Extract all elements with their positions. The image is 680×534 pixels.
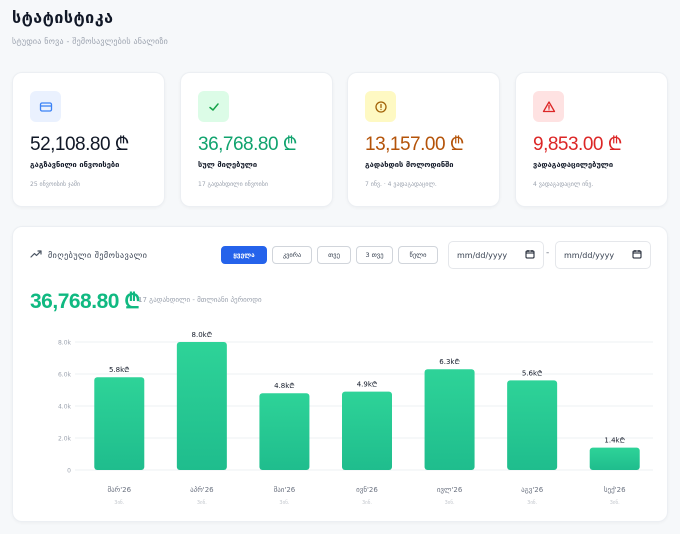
x-tick-label: აგვ'26 bbox=[521, 486, 544, 494]
card-label: გადახდის მოლოდინში bbox=[365, 160, 454, 169]
bar bbox=[259, 393, 310, 470]
check-icon bbox=[198, 91, 229, 122]
card-total-received: 36,768.80 ₾ სულ მიღებული 17 გადახდილი ინ… bbox=[180, 72, 333, 207]
page-title: სტატისტიკა bbox=[12, 8, 114, 27]
card-overdue: 9,853.00 ₾ ვადაგადაცილებული 4 ვადაგადაცი… bbox=[515, 72, 668, 207]
x-tick-sublabel: 3ინ. bbox=[279, 499, 289, 506]
summary-cards: 52,108.80 ₾ გაგზავნილი ინვოისები 25 ინვო… bbox=[12, 72, 668, 207]
card-note: 25 ინვოისის ჯამი bbox=[30, 181, 80, 188]
x-tick-sublabel: 3ინ. bbox=[527, 499, 537, 506]
warning-icon bbox=[533, 91, 564, 122]
bar bbox=[589, 447, 640, 470]
bar bbox=[342, 391, 392, 470]
bar bbox=[94, 377, 145, 470]
bar bbox=[424, 369, 475, 470]
card-label: ვადაგადაცილებული bbox=[533, 160, 614, 169]
x-tick-sublabel: 3ინ. bbox=[197, 499, 207, 506]
bar-value-label: 1.4k₾ bbox=[604, 437, 625, 445]
card-note: 4 ვადაგადაცილ ინვ. bbox=[533, 181, 594, 188]
bar-value-label: 5.6k₾ bbox=[522, 369, 543, 377]
card-value: 13,157.00 ₾ bbox=[365, 134, 464, 155]
bar bbox=[507, 380, 558, 470]
y-tick-label: 6.0k bbox=[58, 372, 72, 379]
y-tick-label: 0 bbox=[67, 468, 71, 475]
x-tick-sublabel: 3ინ. bbox=[114, 499, 124, 506]
clock-icon bbox=[365, 91, 396, 122]
card-sent-invoices: 52,108.80 ₾ გაგზავნილი ინვოისები 25 ინვო… bbox=[12, 72, 165, 207]
bar-value-label: 4.9k₾ bbox=[357, 381, 378, 389]
card-note: 17 გადახდილი ინვოისი bbox=[198, 181, 268, 188]
bar-value-label: 6.3k₾ bbox=[439, 358, 460, 366]
x-tick-label: მარ'26 bbox=[107, 485, 131, 494]
card-value: 36,768.80 ₾ bbox=[198, 134, 297, 155]
y-tick-label: 2.0k bbox=[58, 436, 72, 443]
bar-value-label: 5.8k₾ bbox=[109, 366, 130, 374]
x-tick-sublabel: 3ინ. bbox=[445, 499, 455, 506]
bar bbox=[176, 342, 227, 470]
bar-value-label: 4.8k₾ bbox=[274, 382, 295, 390]
x-tick-sublabel: 3ინ. bbox=[362, 499, 372, 506]
card-value: 52,108.80 ₾ bbox=[30, 134, 129, 155]
card-label: სულ მიღებული bbox=[198, 160, 258, 169]
page-subtitle: სტუდია ნოვა - შემოსავლების ანალიზი bbox=[12, 37, 168, 46]
x-tick-label: აპრ'26 bbox=[190, 485, 214, 494]
x-tick-label: ივნ'26 bbox=[356, 486, 378, 494]
x-tick-label: მაი'26 bbox=[274, 486, 296, 494]
card-label: გაგზავნილი ინვოისები bbox=[30, 160, 120, 169]
y-tick-label: 4.0k bbox=[58, 404, 72, 411]
x-tick-sublabel: 3ინ. bbox=[610, 499, 620, 506]
x-tick-label: ივლ'26 bbox=[437, 486, 463, 494]
bar-value-label: 8.0k₾ bbox=[192, 331, 213, 339]
y-tick-label: 8.0k bbox=[58, 340, 72, 347]
x-tick-label: სექ'26 bbox=[604, 486, 626, 494]
card-value: 9,853.00 ₾ bbox=[533, 134, 622, 155]
credit-card-icon bbox=[30, 91, 61, 122]
revenue-panel: მიღებული შემოსავალი ყველა კვირა თვე 3 თვ… bbox=[12, 226, 668, 522]
revenue-bar-chart: 0 2.0k 4.0k 6.0k 8.0k 5.8k₾ მარ'26 3ინ. 8.0k₾ აპრ… bbox=[58, 331, 653, 506]
card-note: 7 ინვ. · 4 ვადაგადაცილ. bbox=[365, 181, 437, 188]
card-awaiting-payment: 13,157.00 ₾ გადახდის მოლოდინში 7 ინვ. · … bbox=[347, 72, 500, 207]
